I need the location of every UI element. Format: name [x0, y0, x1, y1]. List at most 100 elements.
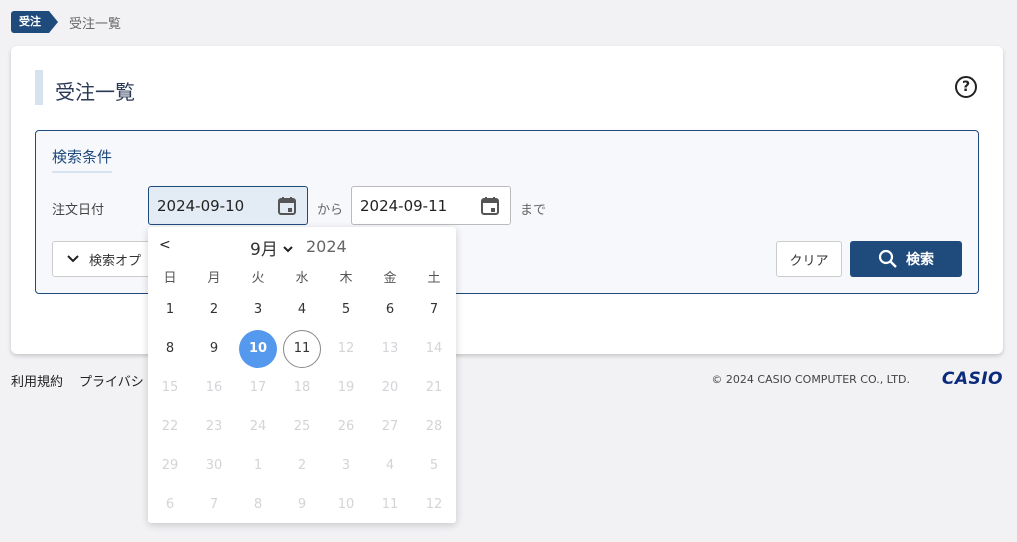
- calendar-day[interactable]: 4: [280, 290, 324, 329]
- calendar-day-label: 4: [297, 302, 307, 317]
- calendar-day-label: 12: [425, 497, 443, 512]
- page-title: 受注一覧: [55, 80, 135, 104]
- search-icon: [878, 249, 897, 268]
- search-button[interactable]: 検索: [850, 241, 962, 277]
- calendar-day-label: 15: [161, 380, 179, 395]
- calendar-day: 23: [192, 407, 236, 446]
- calendar-day-label: 1: [165, 302, 175, 317]
- footer-link-privacy[interactable]: プライバシ: [79, 371, 144, 390]
- calendar-day: 25: [280, 407, 324, 446]
- weekday-label: 木: [339, 271, 353, 286]
- calendar-icon[interactable]: [277, 196, 297, 216]
- calendar-day[interactable]: 11: [280, 329, 324, 368]
- calendar-day: 29: [148, 446, 192, 485]
- calendar-day[interactable]: 1: [148, 290, 192, 329]
- order-date-label: 注文日付: [52, 203, 105, 218]
- calendar-day: 7: [192, 485, 236, 524]
- calendar-day: 19: [324, 368, 368, 407]
- calendar-day-label: 3: [341, 458, 351, 473]
- calendar-day: 16: [192, 368, 236, 407]
- calendar-day-label: 10: [337, 497, 355, 512]
- calendar-day-label: 14: [425, 341, 443, 356]
- calendar-day: 22: [148, 407, 192, 446]
- calendar-day: 12: [324, 329, 368, 368]
- calendar-day[interactable]: 9: [192, 329, 236, 368]
- calendar-day-label: 7: [209, 497, 219, 512]
- chevron-down-icon: [67, 252, 79, 266]
- date-to-input[interactable]: 2024-09-11: [351, 186, 511, 225]
- calendar-week: 22 23 24 25 26 27 28: [148, 407, 456, 446]
- calendar-day-label: 5: [341, 302, 351, 317]
- weekday-label: 金: [383, 271, 397, 286]
- calendar-day[interactable]: 8: [148, 329, 192, 368]
- calendar-week: 29 30 1 2 3 4 5: [148, 446, 456, 485]
- weekday-label: 水: [295, 271, 309, 286]
- search-panel-title: 検索条件: [52, 146, 113, 173]
- calendar-day-label: 1: [253, 458, 263, 473]
- calendar-day-label: 8: [165, 341, 175, 356]
- calendar-day-label: 21: [425, 380, 443, 395]
- calendar-day: 20: [368, 368, 412, 407]
- weekday-label: 月: [207, 271, 221, 286]
- calendar-day: 24: [236, 407, 280, 446]
- search-button-label: 検索: [906, 252, 934, 268]
- chevron-down-icon: [280, 245, 293, 256]
- calendar-day-label: 9: [297, 497, 307, 512]
- calendar-day-label: 7: [429, 302, 439, 317]
- calendar-day-label: 30: [205, 458, 223, 473]
- calendar-day: 21: [412, 368, 456, 407]
- help-icon[interactable]: ?: [955, 76, 977, 98]
- calendar-day[interactable]: 2: [192, 290, 236, 329]
- calendar-day[interactable]: 6: [368, 290, 412, 329]
- calendar-icon[interactable]: [480, 196, 500, 216]
- calendar-day-label: 13: [381, 341, 399, 356]
- calendar-day-label: 23: [205, 419, 223, 434]
- calendar-day: 26: [324, 407, 368, 446]
- calendar-day: 27: [368, 407, 412, 446]
- calendar-day-label: 11: [283, 329, 321, 368]
- calendar-day: 4: [368, 446, 412, 485]
- footer-links: 利用規約 プライバシ: [11, 371, 144, 390]
- calendar-day-label: 2: [209, 302, 219, 317]
- copyright: © 2024 CASIO COMPUTER CO., LTD.: [711, 373, 910, 386]
- calendar-day: 18: [280, 368, 324, 407]
- calendar-week: 6 7 8 9 10 11 12: [148, 485, 456, 524]
- search-options-label: 検索オプ: [89, 253, 142, 269]
- date-from-input[interactable]: 2024-09-10: [148, 186, 308, 225]
- calendar-day: 28: [412, 407, 456, 446]
- calendar-day[interactable]: 5: [324, 290, 368, 329]
- year-label[interactable]: 2024: [306, 237, 347, 256]
- weekday-label: 日: [163, 271, 177, 286]
- calendar-day-label: 22: [161, 419, 179, 434]
- calendar-day[interactable]: 10: [236, 329, 280, 368]
- title-accent-bar: [35, 70, 43, 105]
- calendar-day: 30: [192, 446, 236, 485]
- calendar-day: 2: [280, 446, 324, 485]
- calendar-day-label: 6: [385, 302, 395, 317]
- date-to-sep: まで: [520, 203, 547, 218]
- calendar-day-label: 27: [381, 419, 399, 434]
- calendar-day: 11: [368, 485, 412, 524]
- footer-link-terms[interactable]: 利用規約: [11, 371, 63, 390]
- weekday-header: 日月火水木金土: [148, 267, 456, 286]
- calendar-day: 3: [324, 446, 368, 485]
- calendar-day[interactable]: 3: [236, 290, 280, 329]
- calendar-day: 8: [236, 485, 280, 524]
- calendar-day-label: 5: [429, 458, 439, 473]
- prev-month-button[interactable]: <: [159, 237, 171, 253]
- calendar-day-label: 3: [253, 302, 263, 317]
- month-label: 9月: [250, 240, 278, 260]
- calendar-day-label: 25: [293, 419, 311, 434]
- calendar-day-label: 4: [385, 458, 395, 473]
- month-select[interactable]: 9月: [250, 235, 293, 260]
- calendar-week: 1 2 3 4 5 6 7: [148, 290, 456, 329]
- clear-button[interactable]: クリア: [776, 241, 842, 277]
- weekday-label: 火: [251, 271, 265, 286]
- calendar-day: 1: [236, 446, 280, 485]
- calendar-day-label: 8: [253, 497, 263, 512]
- calendar-day[interactable]: 7: [412, 290, 456, 329]
- date-from-value: 2024-09-10: [157, 196, 245, 215]
- calendar-day-label: 19: [337, 380, 355, 395]
- breadcrumb-tag[interactable]: 受注: [11, 11, 58, 33]
- calendar-day: 6: [148, 485, 192, 524]
